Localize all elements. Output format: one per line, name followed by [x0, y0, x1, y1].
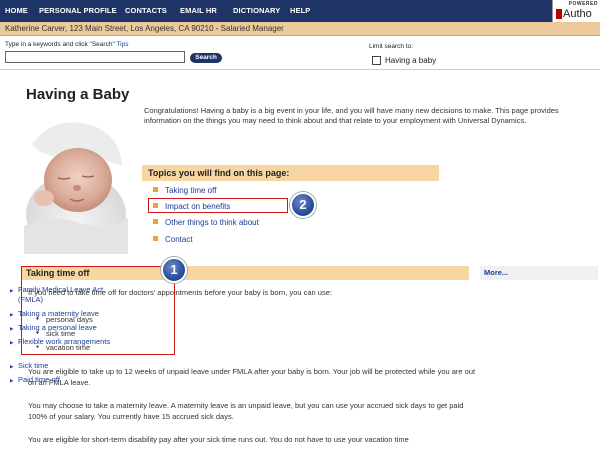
search-input[interactable] [5, 51, 185, 63]
more-link-paid-time-off[interactable]: Paid time-off [10, 375, 118, 386]
brand-logo: POWERED Autho [552, 0, 600, 22]
baby-photo [24, 114, 128, 254]
nav-contacts[interactable]: CONTACTS [125, 6, 167, 15]
bullet-icon [153, 236, 158, 241]
user-info-text: Katherine Carver, 123 Main Street, Los A… [5, 24, 284, 33]
topic-other-things[interactable]: Other things to think about [153, 218, 259, 227]
bullet-icon [153, 219, 158, 224]
search-bar: Type in a keywords and click "Search" Ti… [0, 36, 600, 70]
more-link-maternity-leave[interactable]: Taking a maternity leave [10, 309, 118, 320]
logo-mark-icon [556, 9, 562, 19]
topic-label: Contact [165, 235, 193, 244]
more-link-personal-leave[interactable]: Taking a personal leave [10, 323, 118, 334]
more-link-fmla[interactable]: Family Medical Leave Act (FMLA) [10, 285, 118, 305]
top-nav-bar: HOME PERSONAL PROFILE CONTACTS EMAIL HR … [0, 0, 600, 22]
more-link-sick-time[interactable]: Sick time [10, 361, 118, 372]
topic-label: Taking time off [165, 186, 217, 195]
logo-text: Autho [563, 8, 592, 20]
paragraph-disability: You are eligible for short-term disabili… [28, 435, 409, 444]
paragraph-maternity: You may choose to take a maternity leave… [28, 401, 464, 421]
user-info-bar: Katherine Carver, 123 Main Street, Los A… [0, 22, 600, 36]
limit-search-label: Limit search to: [369, 43, 414, 50]
search-instructions: Type in a keywords and click "Search" Ti… [5, 41, 129, 48]
limit-search-option-label: Having a baby [385, 56, 437, 65]
nav-personal-profile[interactable]: PERSONAL PROFILE [39, 6, 117, 15]
topic-label: Other things to think about [165, 218, 259, 227]
topic-taking-time-off[interactable]: Taking time off [153, 186, 216, 195]
logo-powered-text: POWERED [568, 1, 598, 7]
nav-dictionary[interactable]: DICTIONARY [233, 6, 280, 15]
bullet-icon [153, 187, 158, 192]
more-sidebar: More... [480, 266, 598, 280]
search-button[interactable]: Search [190, 53, 222, 63]
annotation-badge-2: 2 [290, 192, 316, 218]
topic-contact[interactable]: Contact [153, 235, 193, 244]
limit-search-checkbox[interactable] [372, 56, 381, 65]
search-label-text: Type in a keywords and click "Search" [5, 41, 115, 48]
nav-email-hr[interactable]: EMAIL HR [180, 6, 217, 15]
search-tips-link[interactable]: Tips [116, 41, 128, 48]
more-link-flexible-work[interactable]: Flexible work arrangements [10, 337, 118, 348]
nav-help[interactable]: HELP [290, 6, 310, 15]
annotation-highlight-2 [148, 198, 288, 213]
intro-paragraph: Congratulations! Having a baby is a big … [144, 106, 559, 125]
more-header: More... [480, 266, 598, 280]
topics-header: Topics you will find on this page: [142, 165, 439, 181]
page-title: Having a Baby [26, 86, 130, 103]
annotation-badge-1: 1 [161, 257, 187, 283]
nav-home[interactable]: HOME [5, 6, 28, 15]
